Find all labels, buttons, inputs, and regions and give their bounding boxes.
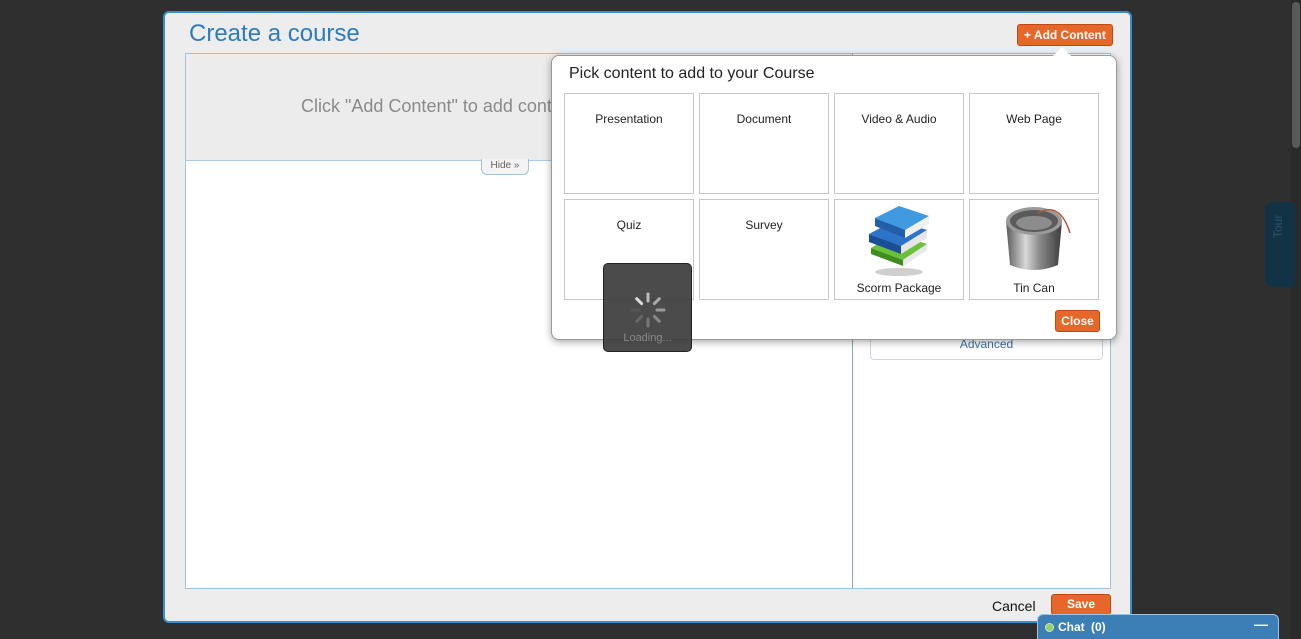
tile-label: Scorm Package <box>856 281 942 295</box>
page-scrollbar[interactable] <box>1291 0 1301 639</box>
background-page <box>1132 0 1301 639</box>
tour-tab[interactable]: Tour <box>1265 202 1295 287</box>
tin-can-icon <box>1006 207 1071 270</box>
chat-label: Chat <box>1058 620 1085 634</box>
tile-label: Document <box>736 112 792 126</box>
tile-label: Web Page <box>1006 112 1062 126</box>
online-status-icon <box>1045 623 1054 632</box>
tile-presentation[interactable]: Presentation <box>564 93 694 194</box>
tile-label: Video & Audio <box>861 112 937 126</box>
tile-tin-can[interactable]: Tin Can <box>969 199 1099 300</box>
tile-survey[interactable]: Survey <box>699 199 829 300</box>
hide-toggle[interactable]: Hide » <box>481 159 529 175</box>
tile-label: Quiz <box>616 218 642 232</box>
add-content-button[interactable]: + Add Content <box>1017 24 1113 46</box>
popover-title: Pick content to add to your Course <box>569 65 815 82</box>
loading-overlay: Loading... <box>603 263 692 352</box>
scrollbar-thumb[interactable] <box>1292 2 1300 148</box>
tile-document[interactable]: Document <box>699 93 829 194</box>
save-button[interactable]: Save <box>1051 594 1111 615</box>
minimize-icon[interactable]: — <box>1254 616 1268 632</box>
popover-arrow <box>1053 47 1071 56</box>
editor-hint: Click "Add Content" to add content <box>301 96 577 116</box>
tile-video-audio[interactable]: Video & Audio <box>834 93 964 194</box>
close-button[interactable]: Close <box>1055 310 1100 332</box>
tile-label: Tin Can <box>1013 281 1055 295</box>
chat-count: (0) <box>1091 620 1106 634</box>
loading-text: Loading... <box>623 332 672 344</box>
modal-title: Create a course <box>189 20 360 47</box>
chat-bar[interactable]: Chat (0) — <box>1037 614 1279 639</box>
books-icon <box>869 206 929 276</box>
tile-label: Survey <box>745 218 783 232</box>
tile-label: Presentation <box>595 112 663 126</box>
tour-label: Tour <box>1271 214 1285 238</box>
spinner-icon <box>630 292 666 328</box>
tile-web-page[interactable]: Web Page <box>969 93 1099 194</box>
cancel-button[interactable]: Cancel <box>992 598 1036 614</box>
tile-scorm-package[interactable]: Scorm Package <box>834 199 964 300</box>
